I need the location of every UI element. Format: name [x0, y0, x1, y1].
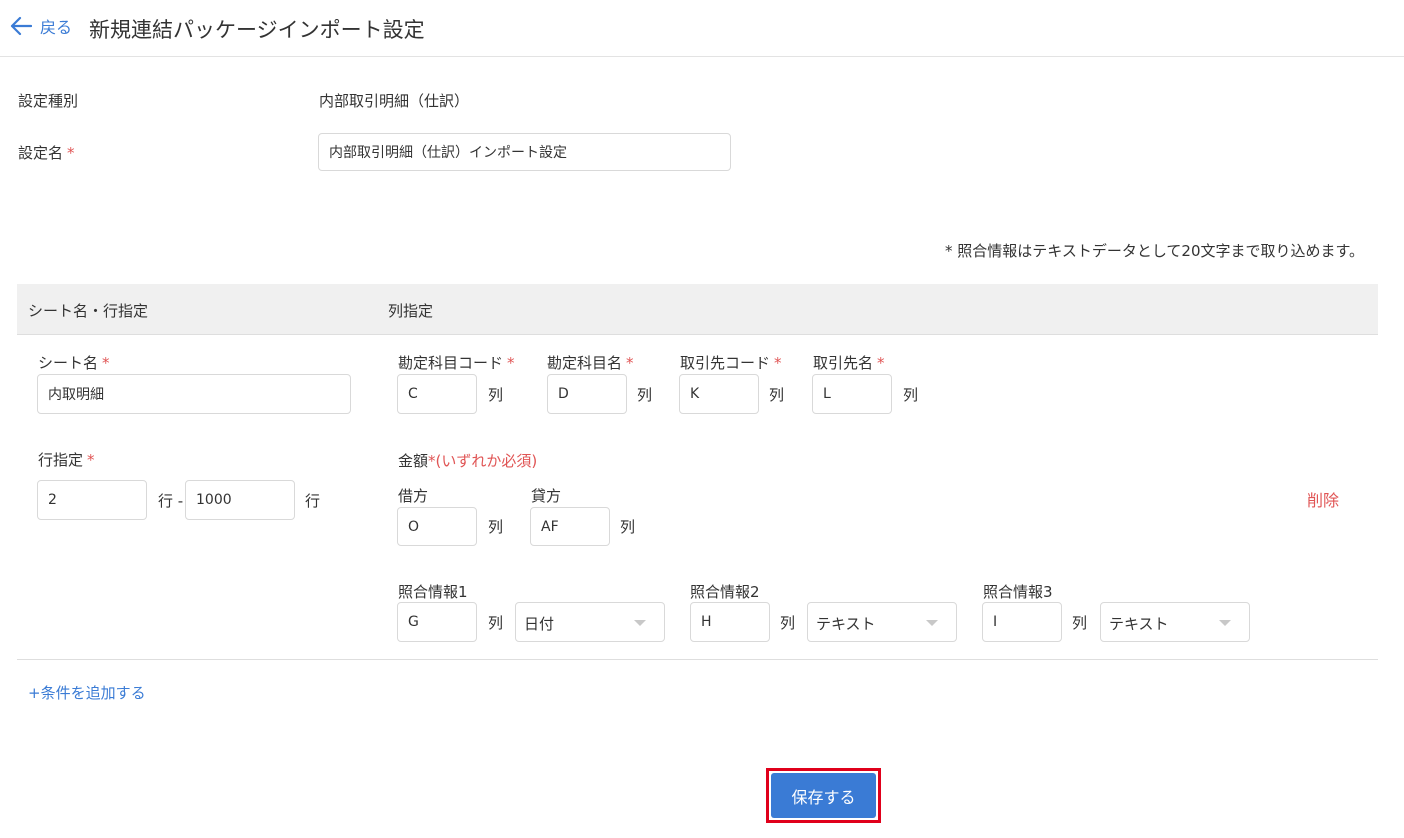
column-spec-header: 列指定	[388, 302, 434, 320]
sheet-name-label-text: シート名	[38, 354, 99, 372]
account-name-label-text: 勘定科目名	[547, 354, 623, 372]
ref1-type-select[interactable]: 日付	[515, 602, 665, 642]
sheet-name-input[interactable]	[37, 374, 351, 414]
ref3-type-select[interactable]: テキスト	[1100, 602, 1250, 642]
save-button[interactable]: 保存する	[771, 773, 876, 818]
ref1-column-input[interactable]	[397, 602, 477, 642]
chevron-down-icon	[634, 620, 646, 626]
setting-name-label-text: 設定名	[18, 144, 64, 162]
sheet-name-label: シート名 *	[38, 352, 110, 373]
back-link[interactable]: 戻る	[10, 14, 72, 38]
partner-name-label-text: 取引先名	[813, 354, 874, 372]
reference-info-note: * 照合情報はテキストデータとして20文字まで取り込めます。	[945, 242, 1364, 260]
credit-input[interactable]	[530, 507, 610, 546]
chevron-down-icon	[1219, 620, 1231, 626]
row-unit: 行	[305, 492, 321, 510]
ref3-type-value: テキスト	[1109, 615, 1169, 633]
page-title: 新規連結パッケージインポート設定	[89, 18, 425, 42]
setting-type-value: 内部取引明細（仕訳）	[319, 92, 470, 110]
setting-name-input[interactable]	[318, 133, 731, 171]
partner-code-label: 取引先コード *	[680, 352, 782, 373]
ref3-label: 照合情報3	[983, 583, 1053, 601]
ref2-type-select[interactable]: テキスト	[807, 602, 957, 642]
section-divider	[17, 659, 1378, 660]
column-unit: 列	[1072, 614, 1088, 632]
column-unit: 列	[769, 386, 785, 404]
setting-type-label: 設定種別	[18, 90, 78, 111]
ref1-label: 照合情報1	[398, 583, 468, 601]
required-mark: *	[877, 354, 885, 372]
amount-label-text: 金額	[398, 452, 429, 470]
account-code-label: 勘定科目コード *	[398, 352, 515, 373]
column-unit: 列	[637, 386, 653, 404]
arrow-left-icon	[10, 16, 32, 36]
ref2-column-input[interactable]	[690, 602, 770, 642]
row-range-separator: 行 -	[158, 492, 184, 510]
column-unit: 列	[903, 386, 919, 404]
chevron-down-icon	[926, 620, 938, 626]
credit-label: 貸方	[531, 487, 562, 505]
required-mark: *	[507, 354, 515, 372]
debit-input[interactable]	[397, 507, 477, 546]
account-code-label-text: 勘定科目コード	[398, 354, 504, 372]
required-mark: *	[774, 354, 782, 372]
partner-code-input[interactable]	[679, 374, 759, 414]
required-mark: *	[102, 354, 110, 372]
column-unit: 列	[620, 518, 636, 536]
sheet-row-header: シート名・行指定	[28, 302, 149, 320]
column-unit: 列	[780, 614, 796, 632]
back-label: 戻る	[40, 18, 73, 37]
ref3-column-input[interactable]	[982, 602, 1062, 642]
account-name-label: 勘定科目名 *	[547, 352, 634, 373]
column-unit: 列	[488, 386, 504, 404]
ref2-label: 照合情報2	[690, 583, 760, 601]
ref1-type-value: 日付	[524, 615, 555, 633]
setting-name-label: 設定名 *	[18, 142, 75, 163]
amount-label: 金額*(いずれか必須)	[398, 450, 537, 471]
row-spec-label: 行指定 *	[38, 449, 95, 470]
row-from-input[interactable]	[37, 480, 147, 520]
table-header: シート名・行指定 列指定	[17, 284, 1378, 335]
partner-name-label: 取引先名 *	[813, 352, 885, 373]
partner-code-label-text: 取引先コード	[680, 354, 771, 372]
save-button-highlight: 保存する	[766, 768, 881, 823]
debit-label: 借方	[398, 487, 429, 505]
partner-name-input[interactable]	[812, 374, 892, 414]
account-code-input[interactable]	[397, 374, 477, 414]
row-to-input[interactable]	[185, 480, 295, 520]
column-unit: 列	[488, 614, 504, 632]
required-mark: *	[87, 451, 95, 469]
account-name-input[interactable]	[547, 374, 627, 414]
required-mark: *	[626, 354, 634, 372]
ref2-type-value: テキスト	[816, 615, 876, 633]
row-spec-label-text: 行指定	[38, 451, 84, 469]
required-mark: *	[67, 144, 75, 162]
page-header: 戻る 新規連結パッケージインポート設定	[0, 0, 1404, 57]
delete-condition-link[interactable]: 削除	[1307, 487, 1339, 511]
add-condition-link[interactable]: +条件を追加する	[28, 682, 146, 703]
amount-required-note: *(いずれか必須)	[428, 452, 538, 470]
setting-type-label-text: 設定種別	[18, 92, 79, 110]
column-unit: 列	[488, 518, 504, 536]
